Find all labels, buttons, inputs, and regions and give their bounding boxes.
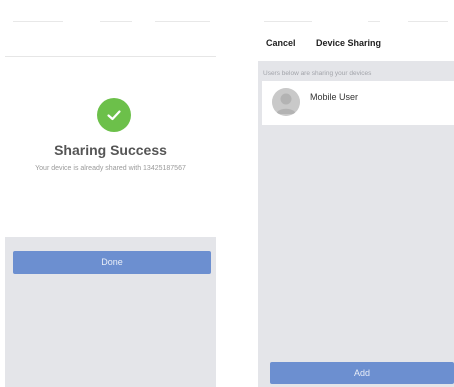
add-button[interactable]: Add [270,362,454,384]
check-circle-icon [97,98,131,132]
success-title: Sharing Success [54,142,167,158]
section-label: Users below are sharing your devices [263,70,372,77]
nav-bar-divider [5,56,216,57]
page-title: Device Sharing [316,38,382,48]
checkmark-icon [107,110,121,121]
device-sharing-screen: Cancel Device Sharing Users below are sh… [258,0,454,387]
screenshot-canvas: Sharing Success Your device is already s… [0,0,454,387]
status-bar [5,0,216,22]
success-description: Your device is already shared with 13425… [35,165,186,172]
sharing-success-screen: Sharing Success Your device is already s… [5,0,216,387]
user-name: Mobile User [310,92,359,102]
person-silhouette-icon [272,88,300,116]
nav-header: Cancel Device Sharing [258,0,454,61]
cancel-button[interactable]: Cancel [266,38,296,48]
shared-user-row[interactable]: Mobile User [262,81,454,125]
done-button[interactable]: Done [13,251,211,274]
user-avatar-icon [272,88,300,116]
